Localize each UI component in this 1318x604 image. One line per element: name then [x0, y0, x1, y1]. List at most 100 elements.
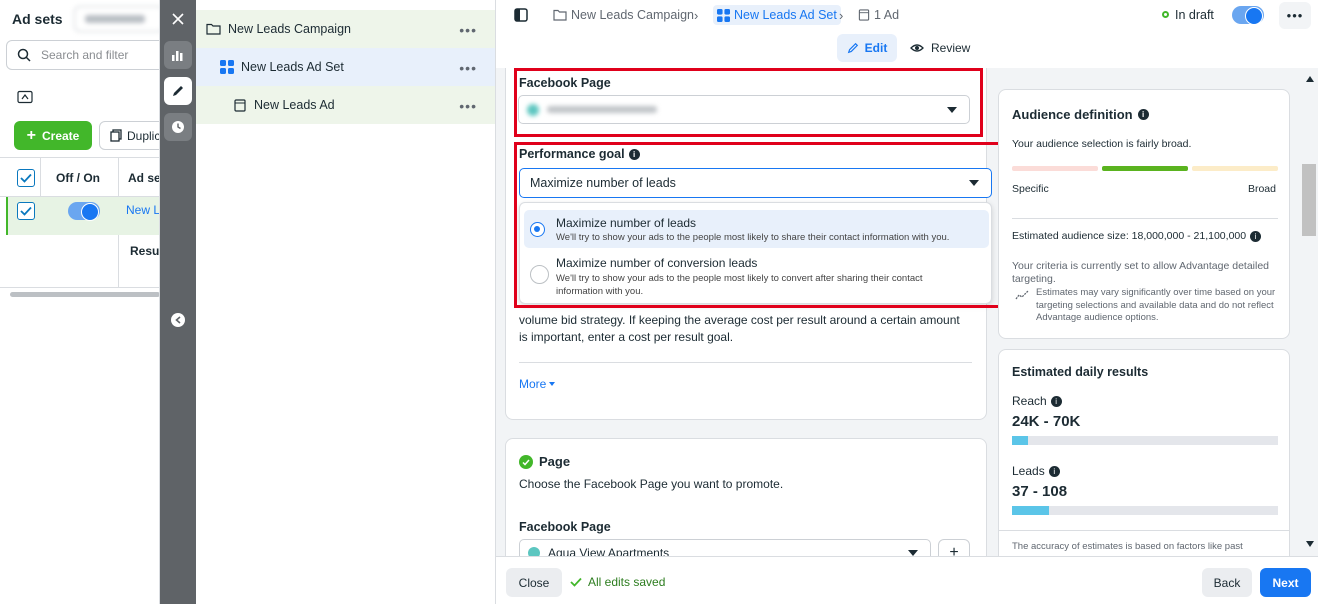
row-toggle[interactable]: [68, 202, 100, 221]
edit-pencil-icon[interactable]: [164, 77, 192, 105]
reach-label: Reach i: [1012, 394, 1062, 408]
review-tab[interactable]: Review: [910, 34, 974, 62]
tree-item-campaign[interactable]: New Leads Campaign •••: [196, 10, 495, 48]
pencil-icon: [847, 42, 858, 54]
specific-label: Specific: [1012, 183, 1049, 195]
scroll-down-icon[interactable]: [1306, 541, 1314, 547]
search-placeholder: Search and filter: [41, 48, 129, 62]
accuracy-note: The accuracy of estimates is based on fa…: [1012, 541, 1243, 552]
draft-status-dot: [1162, 11, 1169, 18]
col-off-on: Off / On: [56, 171, 100, 185]
audience-title: Audience definition i: [1012, 107, 1149, 122]
more-options-icon[interactable]: •••: [459, 22, 477, 38]
edit-tab[interactable]: Edit: [837, 34, 897, 62]
criteria-text: Your criteria is currently set to allow …: [1012, 260, 1270, 285]
more-options-icon[interactable]: •••: [459, 98, 477, 114]
publish-toggle[interactable]: [1232, 6, 1264, 25]
horizontal-scrollbar[interactable]: [10, 292, 159, 297]
trend-icon: [1015, 290, 1029, 300]
col-adset: Ad set: [128, 171, 159, 185]
draft-status: In draft: [1175, 8, 1214, 22]
close-icon[interactable]: [164, 5, 192, 33]
folder-icon: [206, 23, 221, 35]
scroll-up-icon[interactable]: [1306, 76, 1314, 82]
breadcrumb-adset[interactable]: New Leads Ad Set: [713, 5, 841, 25]
reach-bar: [1012, 436, 1278, 445]
chart-icon[interactable]: [164, 41, 192, 69]
page-section-card: Page Choose the Facebook Page you want t…: [505, 438, 987, 556]
more-options-icon[interactable]: •••: [459, 60, 477, 76]
tree-item-adset[interactable]: New Leads Ad Set •••: [196, 48, 495, 86]
duplicate-button[interactable]: Duplic: [99, 121, 159, 150]
daily-results-card: Estimated daily results Reach i 24K - 70…: [998, 349, 1290, 556]
editor-header: New Leads Campaign › New Leads Ad Set › …: [496, 0, 1318, 68]
folder-icon: [553, 9, 567, 21]
info-icon[interactable]: i: [1050, 395, 1062, 407]
checkmark-icon: [570, 577, 582, 587]
breadcrumb-ad[interactable]: 1 Ad: [858, 8, 899, 22]
duplicate-icon: [110, 129, 122, 142]
highlight-facebook-page: [514, 68, 983, 137]
more-link[interactable]: More: [519, 377, 556, 391]
tree-item-ad[interactable]: New Leads Ad •••: [196, 86, 495, 124]
eye-icon: [910, 44, 924, 52]
reach-value: 24K - 70K: [1012, 413, 1081, 430]
structure-tree: New Leads Campaign ••• New Leads Ad Set …: [196, 0, 496, 604]
select-all-checkbox[interactable]: [17, 169, 35, 187]
result-label: Resul: [130, 244, 160, 258]
plus-icon: +: [26, 126, 36, 144]
gauge-specific: [1012, 166, 1098, 171]
row-checkbox[interactable]: [17, 202, 35, 220]
sidebar-toggle-icon[interactable]: [514, 8, 528, 22]
editor-content: Facebook Page Performance goal i Maximiz…: [496, 68, 1318, 556]
chevron-right-icon: ›: [839, 8, 844, 23]
create-button[interactable]: + Create: [14, 121, 92, 150]
history-clock-icon[interactable]: [164, 113, 192, 141]
ad-page-icon: [858, 9, 870, 21]
back-button[interactable]: Back: [1202, 568, 1252, 597]
audience-summary: Your audience selection is fairly broad.: [1012, 138, 1192, 150]
adsets-title: Ad sets: [12, 11, 63, 27]
editor-footer: Close All edits saved Back Next: [496, 556, 1318, 604]
info-icon[interactable]: i: [1250, 230, 1262, 242]
audience-definition-card: Audience definition i Your audience sele…: [998, 89, 1290, 339]
ad-page-icon: [234, 98, 246, 112]
adset-grid-icon: [220, 60, 234, 74]
daily-title: Estimated daily results: [1012, 365, 1149, 379]
chevron-down-icon: [549, 382, 556, 386]
more-options-icon[interactable]: •••: [1279, 2, 1311, 29]
info-icon[interactable]: i: [1048, 465, 1060, 477]
search-input[interactable]: Search and filter: [6, 40, 159, 70]
adsets-panel: Ad sets Search and filter + Create Dupli…: [0, 0, 160, 604]
bid-strategy-text: volume bid strategy. If keeping the aver…: [519, 313, 960, 344]
info-icon[interactable]: i: [1137, 109, 1149, 120]
next-button[interactable]: Next: [1260, 568, 1311, 597]
breadcrumb-campaign[interactable]: New Leads Campaign: [553, 8, 694, 22]
audience-size: Estimated audience size: 18,000,000 - 21…: [1012, 230, 1262, 242]
table-row[interactable]: New L: [6, 197, 159, 235]
chevron-right-icon: ›: [694, 8, 699, 23]
page-section-label: Facebook Page: [519, 520, 611, 534]
save-status: All edits saved: [570, 575, 665, 589]
highlight-performance-goal: [514, 142, 1001, 308]
page-section-desc: Choose the Facebook Page you want to pro…: [519, 477, 784, 491]
estimates-note: Estimates may vary significantly over ti…: [1036, 287, 1276, 323]
add-page-button[interactable]: +: [938, 539, 970, 556]
check-circle-icon: [519, 455, 533, 469]
account-selector[interactable]: [74, 6, 159, 32]
page-select[interactable]: Aqua View Apartments: [519, 539, 931, 556]
leads-value: 37 - 108: [1012, 483, 1068, 500]
vertical-scrollbar-thumb[interactable]: [1302, 164, 1316, 236]
page-section-title: Page: [539, 454, 571, 469]
close-button[interactable]: Close: [506, 568, 562, 597]
search-icon: [17, 48, 31, 62]
broad-label: Broad: [1247, 183, 1276, 195]
folder-icon[interactable]: [17, 90, 33, 104]
gauge-fairly-broad: [1102, 166, 1188, 171]
collapse-chevron-icon[interactable]: [171, 313, 185, 327]
row-adset-name[interactable]: New L: [126, 203, 159, 217]
gauge-broad: [1192, 166, 1278, 171]
leads-bar: [1012, 506, 1278, 515]
leads-label: Leads i: [1012, 464, 1060, 478]
table-header: Off / On Ad set: [0, 157, 159, 198]
